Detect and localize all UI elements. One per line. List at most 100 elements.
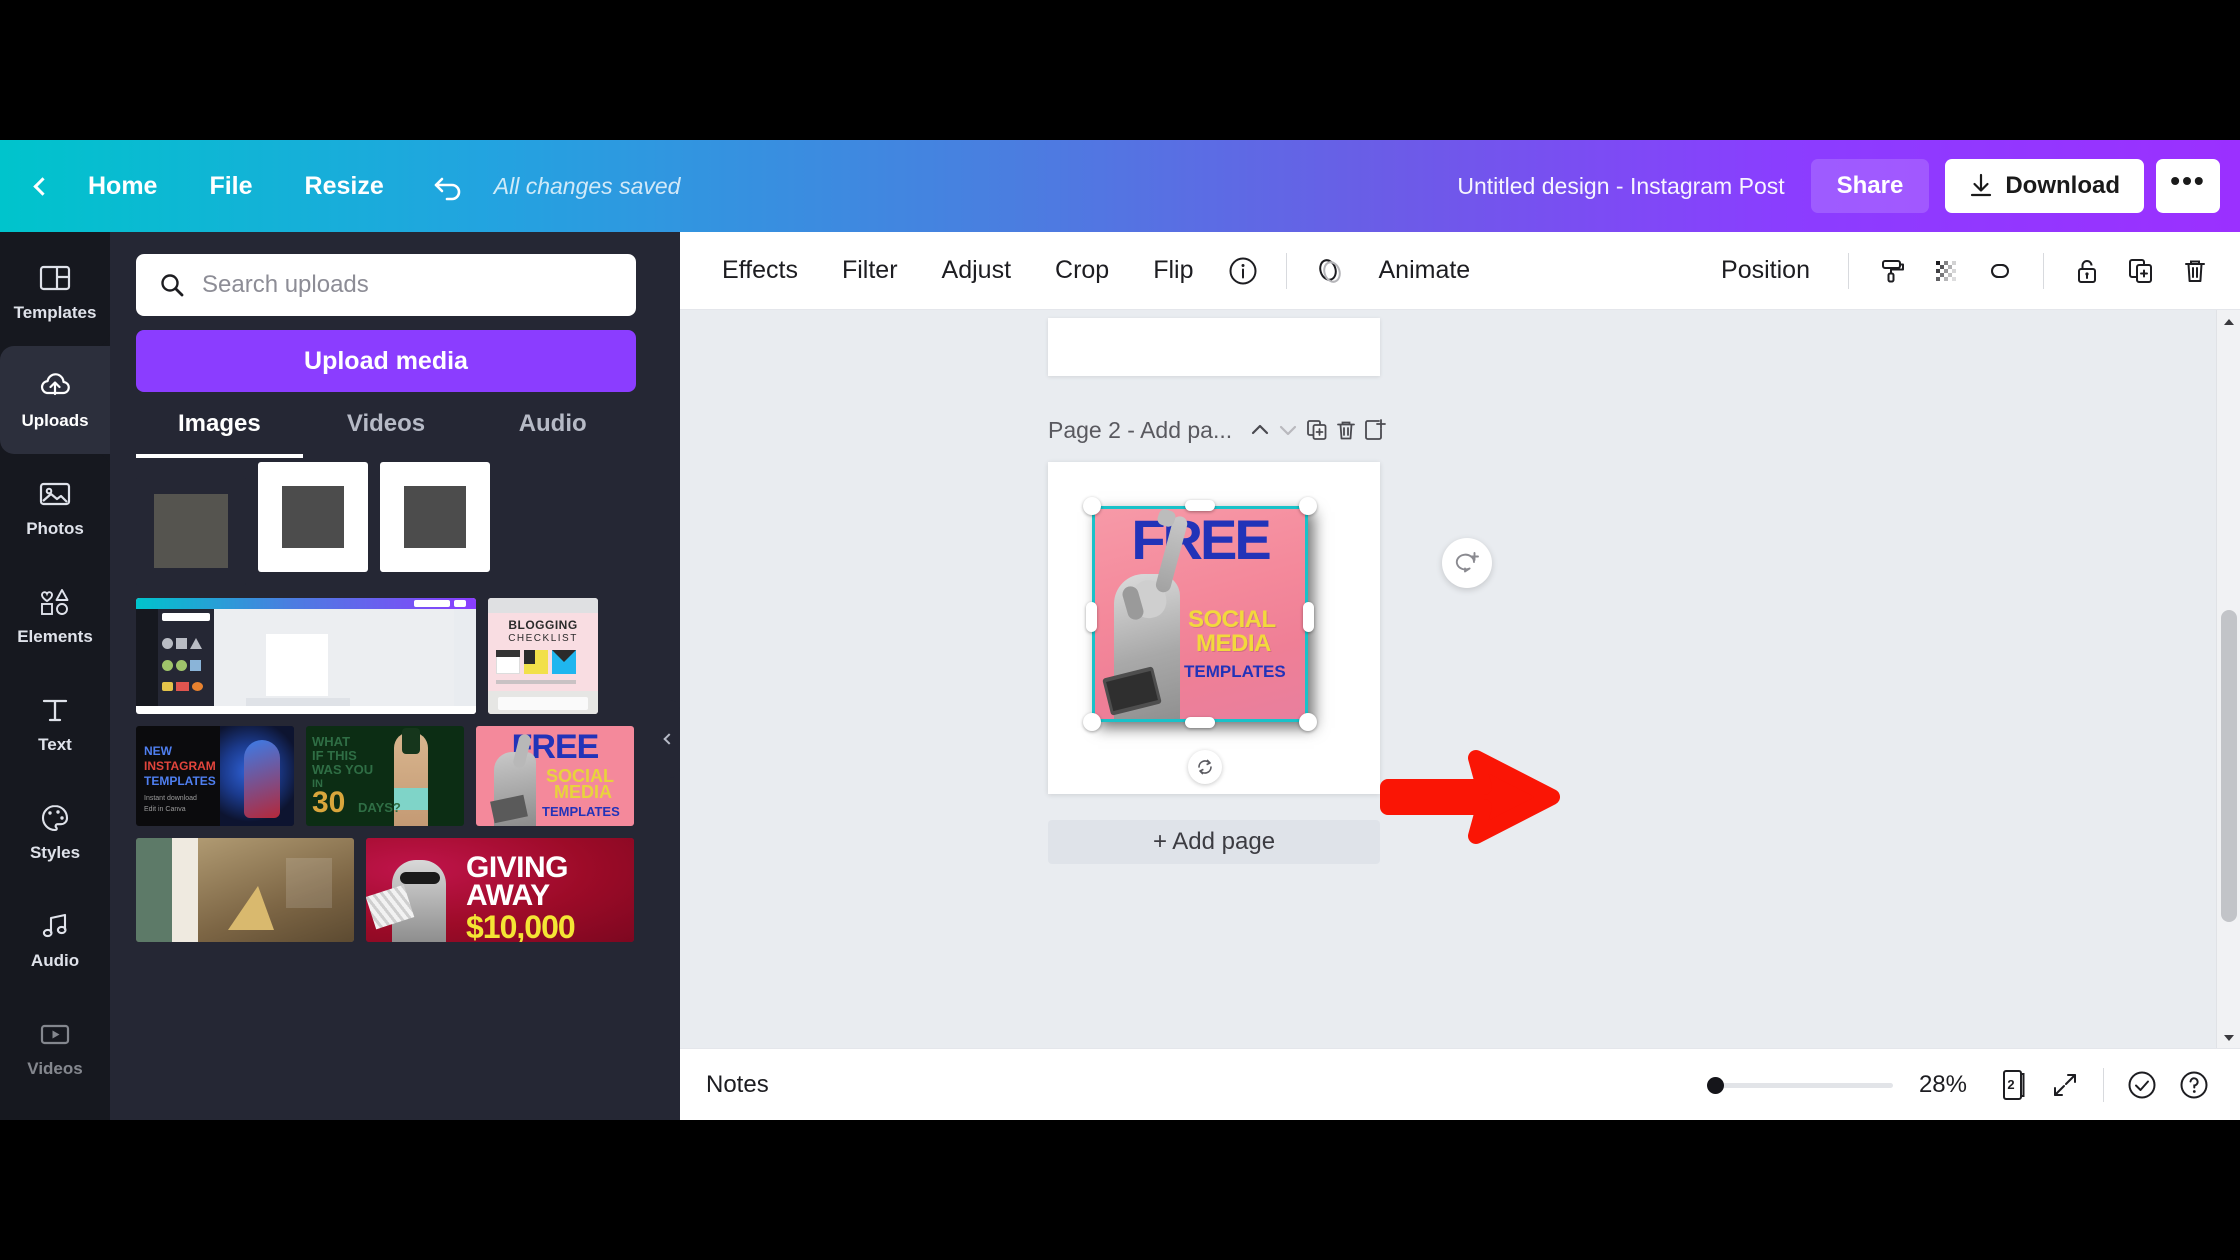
upload-thumb-gray-square[interactable] <box>136 476 246 586</box>
resize-handle-right[interactable] <box>1303 602 1314 632</box>
upload-media-button[interactable]: Upload media <box>136 330 636 392</box>
resize-handle-top-left[interactable] <box>1083 497 1101 515</box>
add-page-after-button[interactable] <box>1361 410 1388 450</box>
page-count-badge: 2 <box>2007 1077 2015 1092</box>
upload-thumb-new-instagram-templates[interactable]: NEW INSTAGRAM TEMPLATES Instant download… <box>136 726 294 826</box>
thumb-line-3: MEDIA <box>554 782 612 802</box>
uploads-row: GIVING AWAY $10,000 <box>136 838 636 942</box>
add-page-button[interactable]: + Add page <box>1048 820 1380 864</box>
sidebar-item-uploads[interactable]: Uploads <box>0 332 110 468</box>
duplicate-page-button[interactable] <box>1304 410 1331 450</box>
add-comment-button[interactable] <box>1442 538 1492 588</box>
share-button[interactable]: Share <box>1810 159 1930 213</box>
sidebar-item-templates[interactable]: Templates <box>0 238 110 346</box>
photos-icon <box>39 482 71 506</box>
info-circle-icon <box>1229 257 1256 284</box>
transparency-button[interactable] <box>1919 244 1973 298</box>
sidebar-item-photos[interactable]: Photos <box>0 454 110 562</box>
sidebar-item-label: Audio <box>30 951 80 970</box>
page-2-canvas[interactable]: FREE SOCIAL MEDIA TEMPLATES <box>1048 462 1380 794</box>
scroll-down-arrow[interactable] <box>2217 1026 2240 1050</box>
thumb-line-2: AWAY <box>466 879 550 912</box>
sidebar-item-videos[interactable]: Videos <box>0 994 110 1102</box>
collapse-uploads-panel-button[interactable] <box>658 700 680 778</box>
resize-handle-top-right[interactable] <box>1299 497 1317 515</box>
rotate-handle-button[interactable] <box>1188 750 1222 784</box>
file-menu[interactable]: File <box>183 162 278 211</box>
info-button[interactable] <box>1216 244 1270 298</box>
canvas-vertical-scrollbar[interactable] <box>2216 310 2240 1050</box>
toolbar-right-group: Position <box>1699 244 2222 298</box>
upload-thumb-white-frame-1[interactable] <box>258 462 368 572</box>
zoom-slider-knob[interactable] <box>1706 1076 1724 1094</box>
sidebar-item-text[interactable]: Text <box>0 670 110 778</box>
scrollbar-thumb[interactable] <box>2221 610 2237 922</box>
upload-thumb-giving-away[interactable]: GIVING AWAY $10,000 <box>366 838 634 942</box>
download-button[interactable]: Download <box>1945 159 2144 213</box>
move-page-up-button[interactable] <box>1246 410 1273 450</box>
sidebar-item-elements[interactable]: Elements <box>0 562 110 670</box>
paint-roller-icon <box>1882 259 1904 282</box>
undo-arrow-icon <box>434 177 461 201</box>
upload-thumb-canva-screenshot[interactable] <box>136 598 476 714</box>
fullscreen-button[interactable] <box>2039 1059 2091 1111</box>
zoom-slider[interactable] <box>1706 1074 1893 1096</box>
upload-thumb-what-if-this-was-you[interactable]: WHAT IF THIS WAS YOU IN 30 DAYS? <box>306 726 464 826</box>
crop-button[interactable]: Crop <box>1033 248 1131 293</box>
upload-thumb-blogging-checklist[interactable]: BLOGGING CHECKLIST <box>488 598 598 714</box>
adjust-button[interactable]: Adjust <box>920 248 1033 293</box>
duplicate-button[interactable] <box>2114 244 2168 298</box>
resize-handle-bottom-right[interactable] <box>1299 713 1317 731</box>
free-social-media-templates-artwork[interactable]: FREE SOCIAL MEDIA TEMPLATES <box>1092 506 1308 722</box>
filter-button[interactable]: Filter <box>820 248 920 293</box>
animate-button[interactable] <box>1303 244 1357 298</box>
thumb-line-3: TEMPLATES <box>144 774 216 788</box>
resize-handle-bottom-left[interactable] <box>1083 713 1101 731</box>
upload-thumb-interior-photo[interactable] <box>136 838 354 942</box>
undo-button[interactable] <box>422 163 476 209</box>
search-uploads-box[interactable]: Search uploads <box>136 254 636 316</box>
page-title-label[interactable]: Page 2 - Add pa... <box>1048 417 1232 444</box>
back-button[interactable] <box>22 166 62 206</box>
artwork-headline: FREE <box>1131 508 1271 571</box>
search-input[interactable]: Search uploads <box>202 271 369 299</box>
paint-roller-button[interactable] <box>1865 244 1919 298</box>
move-page-down-button[interactable] <box>1275 410 1302 450</box>
resize-handle-bottom[interactable] <box>1185 717 1215 728</box>
more-options-button[interactable]: ••• <box>2156 159 2220 213</box>
trash-icon <box>2185 260 2205 282</box>
upload-thumb-free-social-media[interactable]: FREE SOCIAL MEDIA TEMPLATES <box>476 726 634 826</box>
sidebar-item-audio[interactable]: Audio <box>0 886 110 994</box>
delete-button[interactable] <box>2168 244 2222 298</box>
sidebar-item-styles[interactable]: Styles <box>0 778 110 886</box>
help-button[interactable] <box>2168 1059 2220 1111</box>
design-title[interactable]: Untitled design - Instagram Post <box>1457 173 1784 200</box>
lock-button[interactable] <box>2060 244 2114 298</box>
delete-page-button[interactable] <box>1332 410 1359 450</box>
resize-handle-left[interactable] <box>1086 602 1097 632</box>
upload-thumb-white-frame-2[interactable] <box>380 462 490 572</box>
sidebar-item-label: Photos <box>26 519 84 538</box>
approve-button[interactable] <box>2116 1059 2168 1111</box>
selected-element-wrapper[interactable]: FREE SOCIAL MEDIA TEMPLATES <box>1083 497 1317 784</box>
scroll-up-arrow[interactable] <box>2217 310 2240 334</box>
caret-down-icon <box>2224 1035 2234 1041</box>
home-menu[interactable]: Home <box>62 162 183 211</box>
tab-images[interactable]: Images <box>136 410 303 458</box>
effects-button[interactable]: Effects <box>700 248 820 293</box>
tab-audio[interactable]: Audio <box>469 410 636 458</box>
tab-videos[interactable]: Videos <box>303 410 470 458</box>
thumb-subtitle: CHECKLIST <box>508 633 578 644</box>
thumb-line-1: NEW <box>144 744 172 758</box>
animate-label[interactable]: Animate <box>1357 248 1493 293</box>
position-button[interactable]: Position <box>1699 248 1832 293</box>
link-button[interactable] <box>1973 244 2027 298</box>
page-1-preview[interactable] <box>1048 318 1380 376</box>
page-manager-button[interactable]: 2 <box>1987 1059 2039 1111</box>
resize-menu[interactable]: Resize <box>279 162 410 211</box>
uploads-row <box>136 462 636 586</box>
flip-button[interactable]: Flip <box>1131 248 1215 293</box>
notes-button[interactable]: Notes <box>706 1071 769 1099</box>
thumb-line-4: TEMPLATES <box>542 804 620 819</box>
resize-handle-top[interactable] <box>1185 500 1215 511</box>
